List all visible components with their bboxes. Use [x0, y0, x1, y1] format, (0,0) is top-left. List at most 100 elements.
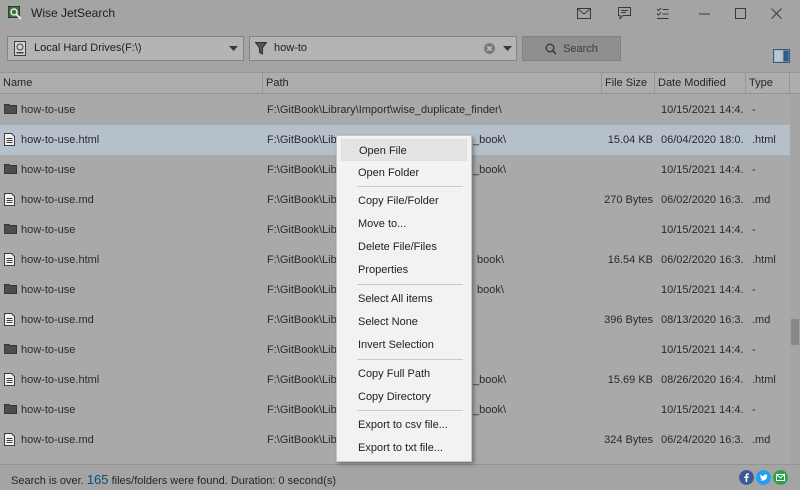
cell-type: -: [752, 164, 756, 176]
folder-icon: [4, 104, 17, 114]
cell-name: how-to-use.md: [21, 194, 94, 206]
cell-date: 06/24/2020 16:3...: [661, 434, 744, 446]
menu-item-copy-file-folder[interactable]: Copy File/Folder: [341, 190, 467, 212]
context-menu: Open File Open Folder Copy File/Folder Move…: [336, 135, 472, 462]
cell-date: 10/15/2021 14:4...: [661, 284, 744, 296]
minimize-icon: [698, 13, 710, 14]
folder-icon: [4, 164, 17, 174]
file-icon: [4, 313, 15, 326]
hard-drive-icon: [14, 41, 26, 56]
maximize-icon: [734, 7, 746, 19]
menu-item-open-file[interactable]: Open File: [341, 139, 467, 161]
share-icon[interactable]: [773, 470, 788, 485]
cell-size: 15.04 KB: [607, 134, 653, 146]
cell-date: 06/02/2020 16:3...: [661, 194, 744, 206]
cell-date: 10/15/2021 14:4...: [661, 404, 744, 416]
folder-icon: [4, 284, 17, 294]
close-button[interactable]: [762, 3, 790, 23]
menu-item-open-folder[interactable]: Open Folder: [341, 162, 467, 184]
search-button[interactable]: Search: [522, 36, 621, 61]
folder-icon: [4, 404, 17, 414]
facebook-icon[interactable]: [739, 470, 754, 485]
scrollbar-thumb[interactable]: [791, 319, 799, 345]
minimize-button[interactable]: [690, 3, 718, 23]
cell-type: .html: [752, 134, 776, 146]
cell-name: how-to-use: [21, 224, 76, 236]
clear-icon[interactable]: [484, 43, 495, 54]
cell-path: F:\GitBook\Library: [267, 224, 337, 236]
cell-size: 396 Bytes: [604, 314, 653, 326]
comment-button[interactable]: [610, 3, 638, 23]
maximize-button[interactable]: [726, 3, 754, 23]
checklist-icon: [656, 7, 668, 19]
menu-item-copy-full-path[interactable]: Copy Full Path: [341, 363, 467, 385]
cell-path: F:\GitBook\Library\Import\wise_duplicate…: [267, 104, 502, 116]
menu-item-delete-files[interactable]: Delete File/Files: [341, 236, 467, 258]
table-row[interactable]: how-to-use F:\GitBook\Library\Import\wise…: [0, 95, 790, 125]
cell-name: how-to-use: [21, 104, 76, 116]
status-prefix: Search is over.: [11, 475, 84, 487]
settings-button[interactable]: [648, 3, 676, 23]
cell-path: F:\GitBook\Library: [267, 194, 337, 206]
menu-separator: [357, 410, 463, 411]
cell-date: 06/04/2020 18:0...: [661, 134, 744, 146]
cell-name: how-to-use.html: [21, 254, 100, 266]
menu-item-export-txt[interactable]: Export to txt file...: [341, 437, 467, 459]
vertical-scrollbar[interactable]: [790, 95, 800, 464]
drive-select-value: Local Hard Drives(F:\): [34, 42, 142, 54]
layout-toggle-icon[interactable]: [773, 49, 790, 63]
cell-type: .md: [752, 434, 771, 446]
cell-path: F:\GitBook\Library: [267, 434, 337, 446]
app-logo-icon: [8, 6, 22, 20]
mail-icon: [577, 7, 591, 19]
cell-size: 16.54 KB: [607, 254, 653, 266]
cell-date: 08/26/2020 16:4...: [661, 374, 744, 386]
column-header-path[interactable]: Path: [263, 73, 602, 94]
cell-path: F:\GitBook\Library: [267, 344, 337, 356]
menu-item-invert-selection[interactable]: Invert Selection: [341, 334, 467, 356]
file-icon: [4, 373, 15, 386]
feedback-mail-button[interactable]: [570, 3, 598, 23]
column-header-date[interactable]: Date Modified: [655, 73, 746, 94]
search-toolbar: Local Hard Drives(F:\) how-to Search: [0, 27, 800, 72]
cell-name: how-to-use: [21, 404, 76, 416]
cell-type: -: [752, 344, 756, 356]
cell-type: .html: [752, 374, 776, 386]
menu-item-export-csv[interactable]: Export to csv file...: [341, 414, 467, 436]
menu-item-select-none[interactable]: Select None: [341, 311, 467, 333]
close-icon: [770, 7, 782, 19]
cell-date: 10/15/2021 14:4...: [661, 344, 744, 356]
title-bar: Wise JetSearch: [0, 0, 800, 27]
search-button-label: Search: [563, 42, 598, 55]
cell-type: .html: [752, 254, 776, 266]
menu-item-select-all[interactable]: Select All items: [341, 288, 467, 310]
cell-path-tail: _book\: [473, 404, 507, 416]
search-query-value: how-to: [274, 42, 308, 54]
column-header-type[interactable]: Type: [746, 73, 790, 94]
cell-name: how-to-use: [21, 284, 76, 296]
column-header-name[interactable]: Name: [0, 73, 263, 94]
search-query-input[interactable]: how-to: [249, 36, 517, 61]
file-icon: [4, 433, 15, 446]
status-bar: Search is over. 165 files/folders were f…: [0, 464, 800, 490]
chevron-down-icon[interactable]: [503, 46, 512, 52]
cell-path-tail: _book\: [473, 134, 507, 146]
menu-item-copy-directory[interactable]: Copy Directory: [341, 386, 467, 408]
cell-path: F:\GitBook\Library: [267, 254, 337, 266]
menu-separator: [357, 186, 463, 187]
cell-date: 08/13/2020 16:3...: [661, 314, 744, 326]
cell-path-tail: _book\: [473, 164, 507, 176]
folder-icon: [4, 224, 17, 234]
cell-date: 10/15/2021 14:4...: [661, 104, 744, 116]
twitter-icon[interactable]: [756, 470, 771, 485]
cell-path-tail: _book\: [473, 374, 507, 386]
cell-path: F:\GitBook\Library: [267, 164, 337, 176]
menu-item-move-to[interactable]: Move to...: [341, 213, 467, 235]
cell-name: how-to-use.md: [21, 314, 94, 326]
drive-select[interactable]: Local Hard Drives(F:\): [7, 36, 244, 61]
folder-icon: [4, 344, 17, 354]
column-header-size[interactable]: File Size: [602, 73, 655, 94]
status-message: Search is over. 165 files/folders were f…: [11, 472, 336, 487]
file-icon: [4, 253, 15, 266]
menu-item-properties[interactable]: Properties: [341, 259, 467, 281]
